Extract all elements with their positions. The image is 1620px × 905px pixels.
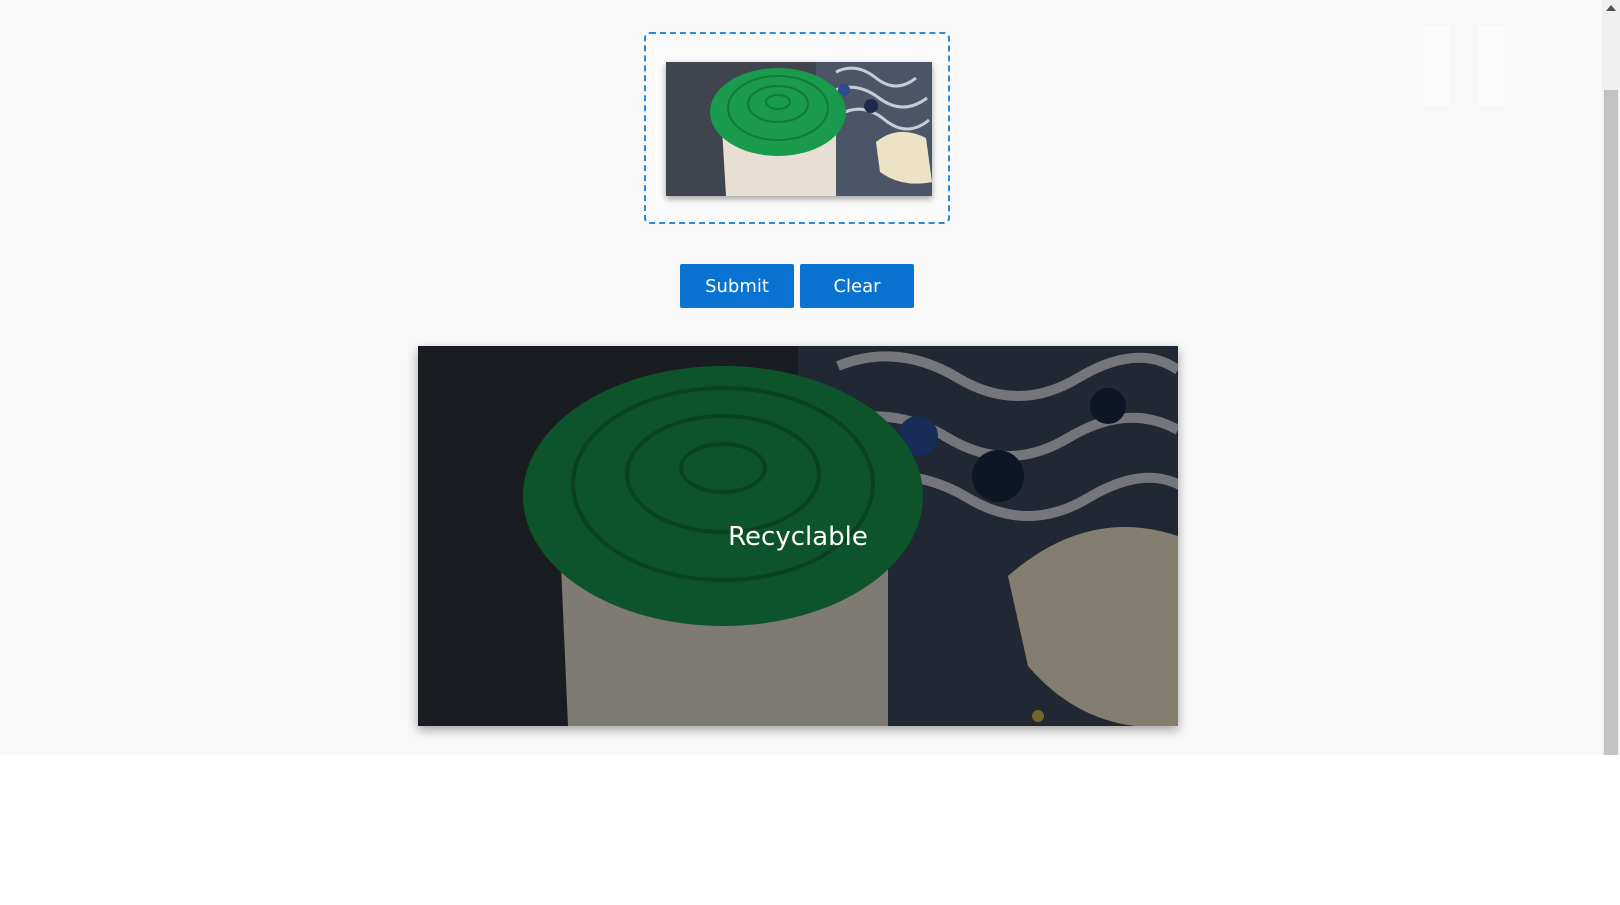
faint-placeholder <box>1478 26 1504 106</box>
classification-result: Recyclable <box>418 346 1178 726</box>
uploaded-image-thumbnail <box>666 62 932 196</box>
submit-button[interactable]: Submit <box>680 264 794 308</box>
scroll-up-button[interactable] <box>1602 0 1620 16</box>
faint-placeholder <box>1424 26 1450 106</box>
image-drop-zone[interactable] <box>644 32 950 224</box>
uploaded-image-photo <box>666 62 932 196</box>
classification-label: Recyclable <box>728 522 868 552</box>
chevron-up-icon <box>1606 5 1616 11</box>
scrollbar-thumb[interactable] <box>1604 90 1618 755</box>
app-viewport: Submit Clear Recyclable <box>0 0 1602 755</box>
clear-button[interactable]: Clear <box>800 264 914 308</box>
vertical-scrollbar[interactable] <box>1602 0 1620 755</box>
